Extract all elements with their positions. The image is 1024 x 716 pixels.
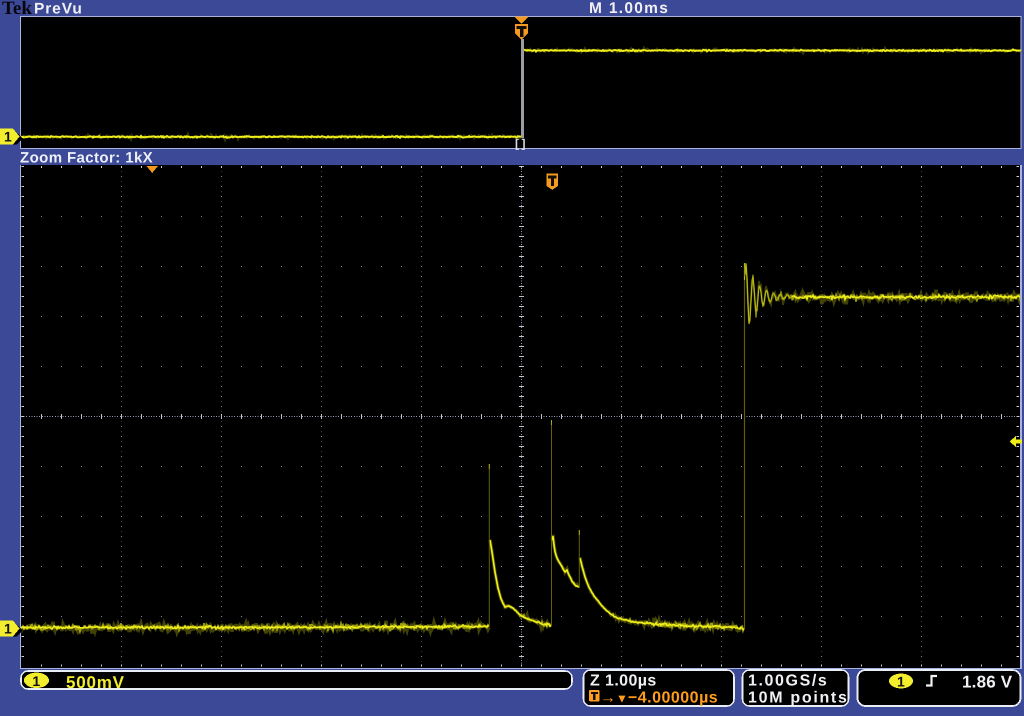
svg-text:1.86 V: 1.86 V bbox=[962, 673, 1013, 692]
svg-text:1.00GS/s: 1.00GS/s bbox=[748, 673, 828, 690]
svg-text:1: 1 bbox=[897, 674, 905, 690]
svg-text:Zoom Factor: 1kX: Zoom Factor: 1kX bbox=[20, 150, 153, 167]
svg-text:→▼−4.00000µs: →▼−4.00000µs bbox=[600, 690, 718, 707]
svg-text:10M points: 10M points bbox=[748, 690, 849, 707]
svg-text:M 1.00ms: M 1.00ms bbox=[589, 0, 669, 17]
svg-text:[]: [] bbox=[515, 137, 528, 151]
svg-text:Z 1.00µs: Z 1.00µs bbox=[590, 673, 657, 690]
svg-text:PreVu: PreVu bbox=[34, 1, 83, 18]
svg-text:1: 1 bbox=[32, 673, 40, 689]
svg-text:500mV: 500mV bbox=[66, 673, 125, 692]
svg-text:1: 1 bbox=[4, 621, 12, 637]
svg-text:Tek: Tek bbox=[2, 0, 32, 19]
svg-text:1: 1 bbox=[4, 129, 12, 145]
